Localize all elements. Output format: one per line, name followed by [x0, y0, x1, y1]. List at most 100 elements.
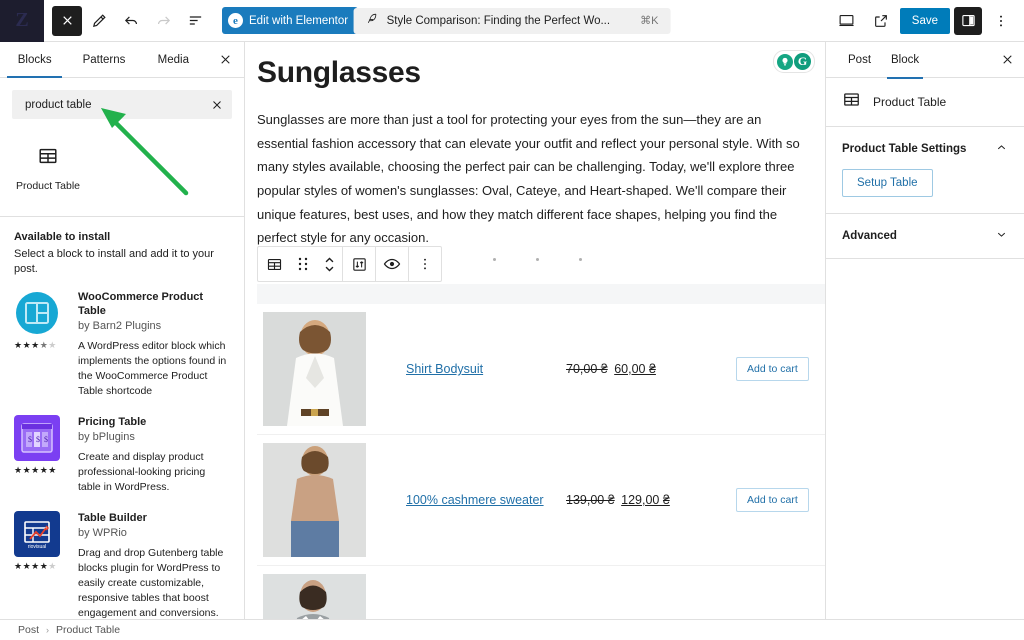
new-price: 129,00 ₴: [621, 493, 670, 507]
settings-sidebar-icon[interactable]: [954, 6, 982, 35]
tab-block[interactable]: Block: [881, 42, 929, 79]
undo-icon[interactable]: [116, 6, 146, 36]
block-toolbar-group-4: [409, 247, 441, 281]
plugin-icon-col: riovisual ★★★★★: [14, 511, 66, 619]
table-row[interactable]: Shirt Bodysuit 70,00 ₴ 60,00 ₴ Add to ca…: [257, 304, 825, 435]
plugin-icon-col: ★★★★★: [14, 289, 66, 399]
save-button[interactable]: Save: [899, 7, 950, 34]
block-toolbar-group-2: [343, 247, 376, 281]
wordpress-logo[interactable]: Z: [0, 0, 44, 42]
svg-text:$: $: [28, 435, 32, 444]
list-item[interactable]: ★★★★★ WooCommerce Product Table by Barn2…: [14, 289, 230, 399]
panel-title: Advanced: [842, 230, 897, 242]
settings-tabs: Post Block: [826, 42, 1024, 79]
tab-patterns[interactable]: Patterns: [69, 42, 138, 77]
document-title-bar[interactable]: Style Comparison: Finding the Perfect Wo…: [353, 7, 671, 34]
table-row[interactable]: 100% cashmere sweater 139,00 ₴ 129,00 ₴ …: [257, 435, 825, 566]
selected-block-name: Product Table: [873, 95, 947, 109]
editor-window: Z e Edit with Elementor Style Comparison…: [0, 0, 1024, 640]
plugin-name: WooCommerce Product Table: [78, 290, 204, 318]
page-title[interactable]: Sunglasses: [245, 42, 825, 90]
move-up-down-icon[interactable]: [316, 247, 342, 281]
post-paragraph[interactable]: Sunglasses are more than just a tool for…: [245, 90, 825, 250]
product-thumbnail[interactable]: [263, 443, 366, 557]
block-results-grid: Product Table: [0, 137, 244, 200]
toolbar-right-group: Save: [832, 6, 1016, 36]
loading-dot: [579, 258, 582, 261]
search-box[interactable]: [12, 90, 232, 119]
search-input[interactable]: [23, 97, 211, 112]
edit-with-elementor-label: Edit with Elementor: [249, 14, 349, 27]
add-to-cart-button[interactable]: Add to cart: [736, 488, 809, 512]
product-price: 70,00 ₴ 60,00 ₴: [566, 362, 736, 376]
edit-with-elementor-button[interactable]: e Edit with Elementor: [222, 7, 359, 34]
tab-post[interactable]: Post: [838, 42, 881, 78]
table-icon: [37, 145, 59, 172]
drag-handle-icon[interactable]: [290, 247, 316, 281]
tab-media[interactable]: Media: [139, 42, 208, 77]
three-dots-vertical-icon[interactable]: [986, 6, 1016, 36]
chevron-up-icon[interactable]: [995, 141, 1008, 157]
inserter-tabs: Blocks Patterns Media: [0, 42, 244, 78]
plugin-info: Table Builder by WPRio Drag and drop Gut…: [78, 511, 230, 619]
new-price: 60,00 ₴: [614, 362, 656, 376]
external-link-icon[interactable]: [866, 6, 896, 36]
table-block-icon[interactable]: [258, 247, 290, 281]
inserter-search-wrap: [0, 78, 244, 119]
list-view-icon[interactable]: [180, 6, 210, 36]
breadcrumb: Post › Product Table: [0, 619, 1024, 640]
plugin-name: Pricing Table: [78, 416, 147, 428]
elementor-logo-icon: e: [228, 13, 243, 28]
loading-dot: [493, 258, 496, 261]
toolbar-left-group: e Edit with Elementor: [44, 5, 359, 36]
block-result-product-table[interactable]: Product Table: [12, 137, 84, 200]
close-inserter-icon[interactable]: [208, 42, 244, 77]
breadcrumb-item-product-table[interactable]: Product Table: [56, 624, 120, 636]
breadcrumb-item-post[interactable]: Post: [18, 624, 39, 636]
top-toolbar: Z e Edit with Elementor Style Comparison…: [0, 0, 1024, 42]
preview-desktop-icon[interactable]: [832, 6, 862, 36]
product-table-preview: Shirt Bodysuit 70,00 ₴ 60,00 ₴ Add to ca…: [257, 284, 825, 619]
pen-icon[interactable]: [84, 6, 114, 36]
product-table-settings-header[interactable]: Product Table Settings: [842, 141, 1008, 157]
svg-text:$: $: [44, 435, 48, 444]
product-name-link[interactable]: Shirt Bodysuit: [366, 362, 566, 376]
clear-search-icon[interactable]: [211, 99, 223, 111]
command-k-shortcut: ⌘K: [640, 15, 659, 27]
list-item[interactable]: $ $ $ ★★★★★ Pricing Table by bPlugins Cr…: [14, 415, 230, 495]
align-icon[interactable]: [343, 247, 375, 281]
table-row[interactable]: [257, 566, 825, 619]
close-settings-icon[interactable]: [1001, 53, 1014, 66]
preview-eye-icon[interactable]: [376, 247, 408, 281]
plugin-rating: ★★★★★: [14, 339, 57, 350]
block-inserter-panel: Blocks Patterns Media product table Prod…: [0, 42, 245, 619]
product-thumbnail[interactable]: [263, 312, 366, 426]
svg-text:riovisual: riovisual: [28, 544, 46, 550]
redo-icon[interactable]: [148, 6, 178, 36]
table-icon: [842, 90, 861, 114]
block-result-label: Product Table: [15, 180, 80, 192]
advanced-panel-header[interactable]: Advanced: [842, 228, 1008, 244]
product-thumbnail[interactable]: [263, 574, 366, 619]
plugin-author: by Barn2 Plugins: [78, 320, 162, 333]
list-item[interactable]: riovisual ★★★★★ Table Builder by WPRio D…: [14, 511, 230, 619]
product-table-settings-panel: Product Table Settings Setup Table: [826, 127, 1024, 214]
close-inserter-button[interactable]: [52, 5, 82, 36]
breadcrumb-separator: ›: [46, 625, 50, 635]
block-toolbar-group-1: [258, 247, 343, 281]
table-builder-icon: riovisual: [14, 511, 60, 558]
product-name-link[interactable]: 100% cashmere sweater: [366, 493, 566, 507]
selected-block-row: Product Table: [826, 78, 1024, 127]
setup-table-button[interactable]: Setup Table: [842, 169, 933, 197]
plugin-description: A WordPress editor block which implement…: [78, 340, 227, 398]
add-to-cart-button[interactable]: Add to cart: [736, 357, 809, 381]
feather-icon: [366, 12, 379, 30]
lightbulb-icon: [777, 53, 793, 70]
settings-sidebar: Post Block Product Table Product Table S…: [825, 42, 1024, 619]
tab-blocks[interactable]: Blocks: [0, 42, 69, 78]
block-toolbar: [257, 246, 442, 282]
block-options-icon[interactable]: [409, 247, 441, 281]
chevron-down-icon[interactable]: [995, 228, 1008, 244]
grammarly-widget[interactable]: G: [773, 50, 815, 73]
plugin-icon-col: $ $ $ ★★★★★: [14, 415, 66, 495]
